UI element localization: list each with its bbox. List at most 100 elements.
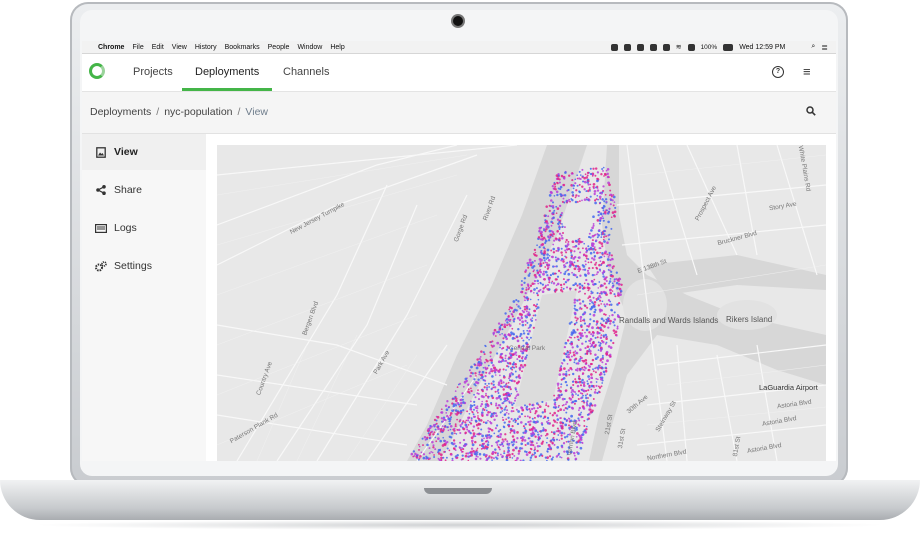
display-icon[interactable]: [687, 43, 695, 51]
population-dot: [491, 459, 493, 461]
population-dot: [584, 394, 587, 397]
tray-icon-2[interactable]: [623, 43, 631, 51]
tab-deployments[interactable]: Deployments: [181, 54, 273, 91]
population-dot: [601, 191, 604, 194]
population-dot: [566, 339, 570, 342]
population-dot: [481, 409, 484, 411]
population-dot: [565, 256, 568, 259]
population-dot: [610, 308, 613, 312]
population-dot: [565, 251, 568, 254]
population-dot: [514, 396, 517, 400]
tab-projects[interactable]: Projects: [133, 54, 173, 91]
population-dot: [472, 413, 475, 416]
population-dot: [509, 367, 513, 370]
notification-center-icon[interactable]: ≣: [821, 43, 828, 52]
population-dot: [599, 251, 601, 254]
population-dot: [536, 244, 538, 247]
population-dot: [576, 446, 579, 449]
population-dot: [600, 256, 603, 259]
population-dot: [552, 265, 555, 268]
breadcrumb-deployments[interactable]: Deployments: [90, 106, 151, 118]
population-dot: [510, 441, 514, 444]
population-dot: [592, 341, 595, 344]
population-dot: [552, 406, 555, 409]
population-dot: [524, 306, 527, 308]
battery-icon[interactable]: [723, 43, 734, 51]
population-dot: [562, 183, 566, 187]
population-dot: [599, 285, 602, 288]
wifi-icon[interactable]: ≋: [676, 43, 682, 51]
population-dot: [574, 391, 577, 394]
population-dot: [603, 236, 605, 238]
menu-app-name[interactable]: Chrome: [98, 44, 124, 51]
help-icon[interactable]: ?: [772, 66, 784, 78]
population-dot: [589, 410, 593, 414]
app-navbar: Projects Deployments Channels ? ≡: [82, 54, 836, 92]
population-dot: [548, 209, 551, 213]
menu-edit[interactable]: Edit: [152, 44, 164, 51]
population-dot: [511, 315, 514, 318]
clock[interactable]: Wed 12:59 PM: [739, 44, 785, 51]
search-icon[interactable]: [806, 106, 816, 116]
population-map[interactable]: New Jersey Turnpike Gorge Rd River Rd Pa…: [217, 145, 826, 461]
tray-icon-1[interactable]: [610, 43, 618, 51]
menu-people[interactable]: People: [268, 44, 290, 51]
population-dot: [502, 440, 505, 443]
population-dot: [505, 364, 509, 368]
population-dot: [507, 381, 510, 384]
population-dot: [589, 172, 593, 176]
population-dot: [499, 406, 502, 409]
population-dot: [585, 328, 589, 332]
population-dot: [594, 167, 598, 170]
population-dot: [442, 436, 445, 439]
population-dot: [459, 441, 462, 444]
population-dot: [604, 193, 607, 196]
population-dot: [609, 269, 611, 272]
tray-icon-5[interactable]: [662, 43, 670, 51]
breadcrumb-nyc-population[interactable]: nyc-population: [164, 106, 232, 118]
tab-channels[interactable]: Channels: [283, 54, 329, 91]
menu-file[interactable]: File: [132, 44, 143, 51]
sidebar-item-share[interactable]: Share: [82, 172, 206, 208]
tray-icon-3[interactable]: [636, 43, 644, 51]
population-dot: [535, 287, 538, 290]
menu-bookmarks[interactable]: Bookmarks: [225, 44, 260, 51]
population-dot: [574, 380, 578, 384]
population-dot: [527, 332, 530, 336]
population-dot: [484, 455, 488, 458]
sidebar-item-logs[interactable]: Logs: [82, 210, 206, 246]
population-dot: [501, 359, 504, 363]
sidebar-item-view[interactable]: View: [82, 134, 206, 170]
population-dot: [468, 369, 471, 372]
population-dot: [558, 204, 562, 208]
breadcrumb-separator: /: [156, 106, 160, 118]
population-dot: [540, 434, 543, 437]
population-dot: [533, 288, 536, 291]
population-dot: [469, 374, 472, 378]
map-canvas: [217, 145, 826, 461]
population-dot: [432, 433, 435, 436]
menu-help[interactable]: Help: [330, 44, 344, 51]
tray-icon-4[interactable]: [649, 43, 657, 51]
sidebar-item-settings[interactable]: Settings: [82, 248, 206, 284]
population-dot: [562, 260, 565, 263]
app-logo-icon[interactable]: [89, 63, 105, 79]
spotlight-icon[interactable]: ⌕: [811, 43, 815, 51]
population-dot: [591, 234, 595, 238]
population-dot: [448, 420, 451, 423]
population-dot: [542, 272, 545, 276]
population-dot: [523, 277, 527, 280]
population-dot: [454, 396, 457, 399]
menu-view[interactable]: View: [172, 44, 187, 51]
population-dot: [561, 362, 564, 365]
population-dot: [579, 174, 582, 176]
menu-history[interactable]: History: [195, 44, 217, 51]
population-dot: [613, 201, 616, 203]
population-dot: [454, 444, 458, 448]
population-dot: [513, 366, 516, 369]
population-dot: [504, 438, 507, 441]
hamburger-menu-icon[interactable]: ≡: [803, 64, 811, 79]
population-dot: [506, 397, 509, 400]
menu-window[interactable]: Window: [297, 44, 322, 51]
population-dot: [583, 424, 586, 428]
